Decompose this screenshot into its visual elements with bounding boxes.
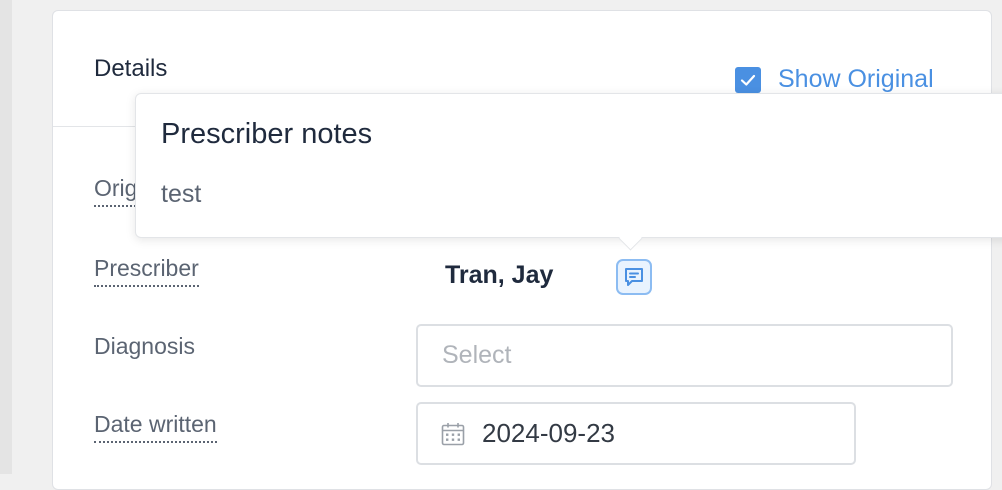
prescriber-value: Tran, Jay: [445, 261, 554, 289]
page-edge: [0, 0, 12, 474]
date-written-value: 2024-09-23: [482, 418, 615, 448]
diagnosis-select[interactable]: Select: [416, 324, 953, 387]
popover-body: test: [161, 180, 202, 208]
card-title: Details: [94, 55, 168, 82]
diagnosis-label: Diagnosis: [94, 333, 195, 359]
diagnosis-placeholder: Select: [442, 341, 512, 369]
date-written-label: Date written: [94, 411, 217, 443]
prescriber-notes-button[interactable]: [616, 259, 652, 295]
details-card: Details Show Original Orig Prescriber Tr…: [52, 10, 992, 490]
original-field-label: Orig: [94, 175, 140, 207]
popover-title: Prescriber notes: [161, 118, 373, 150]
show-original-label[interactable]: Show Original: [778, 65, 934, 94]
calendar-icon: [440, 421, 466, 447]
prescriber-notes-popover: Prescriber notes test: [135, 93, 1002, 251]
show-original-checkbox[interactable]: [735, 66, 761, 93]
note-icon: [625, 268, 643, 286]
check-icon: [740, 74, 756, 86]
show-original-toggle[interactable]: Show Original: [735, 65, 934, 94]
date-written-input[interactable]: 2024-09-23: [416, 402, 856, 465]
prescriber-label: Prescriber: [94, 255, 199, 287]
